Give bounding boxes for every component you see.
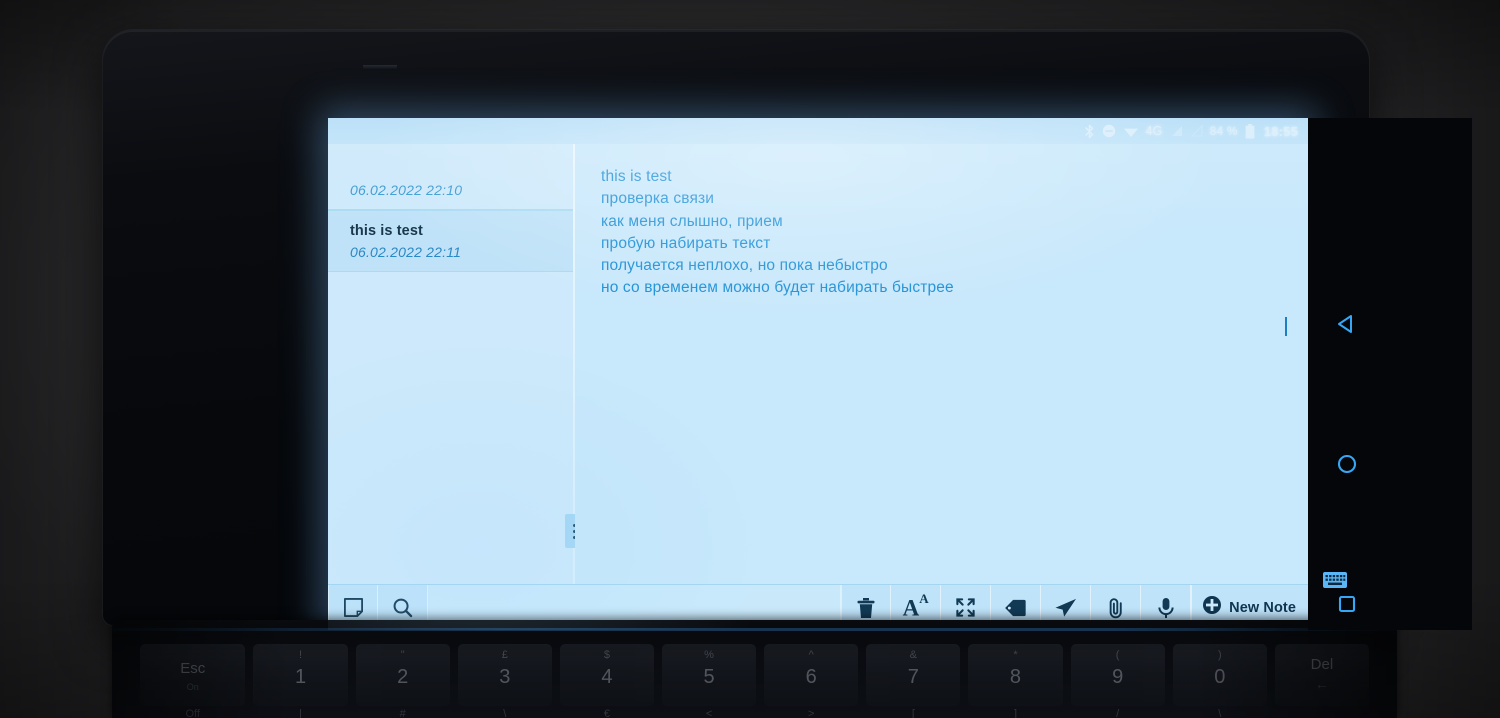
key-3[interactable]: £3 \: [457, 644, 552, 718]
back-triangle-icon[interactable]: [1329, 306, 1365, 342]
android-navigation-bar: [1308, 118, 1472, 630]
list-item[interactable]: 06.02.2022 22:10: [328, 170, 573, 210]
home-circle-icon[interactable]: [1329, 446, 1365, 482]
key-main-label: 5: [703, 666, 715, 688]
battery-percent-label: 84 %: [1209, 124, 1238, 138]
keyboard-number-row: Esc On Off! 1 | " 2 # £3 \ $4 €% 5 < ^ 6 > & 7 [ * 8] (9 /) 0 \ De…: [112, 644, 1397, 718]
notes-app: 06.02.2022 22:10 this is test 06.02.2022…: [328, 144, 1308, 630]
status-clock: 18:55: [1263, 123, 1298, 139]
key-alt-label: Off: [185, 708, 200, 718]
signal-bars-secondary-icon: [1190, 125, 1203, 137]
key-main-label: 6: [805, 666, 817, 688]
notes-list-panel[interactable]: 06.02.2022 22:10 this is test 06.02.2022…: [328, 144, 573, 584]
network-type-label: 4G: [1145, 123, 1163, 138]
key-shift-label: *: [1013, 649, 1018, 661]
key-main-label: Esc: [180, 660, 206, 677]
note-item-title: this is test: [350, 223, 423, 239]
battery-icon: [1245, 123, 1255, 139]
key-shift-label: %: [704, 649, 714, 661]
list-item[interactable]: this is test 06.02.2022 22:11: [328, 210, 573, 273]
key-shift-label: £: [501, 649, 508, 661]
hinge-notch: [363, 65, 397, 70]
key-shift-label: ^: [808, 649, 814, 661]
key-main-label: Del: [1310, 656, 1334, 673]
key-alt-label: >: [807, 708, 815, 718]
key-shift-label: ): [1217, 649, 1222, 661]
key-shift-label: ": [400, 649, 405, 661]
bluetooth-icon: [1084, 124, 1095, 139]
key-1[interactable]: ! 1 |: [253, 644, 348, 718]
note-editor[interactable]: this is test проверка связи как меня слы…: [575, 144, 1308, 584]
key-del[interactable]: Del ←: [1274, 644, 1369, 706]
key-alt-label: [: [911, 708, 915, 718]
key-shift-label: !: [298, 649, 303, 661]
new-note-label: New Note: [1229, 599, 1296, 616]
key-shift-label: &: [909, 649, 918, 661]
key-4[interactable]: $4 €: [559, 644, 654, 718]
physical-keyboard-deck: Esc On Off! 1 | " 2 # £3 \ $4 €% 5 < ^ 6 > & 7 [ * 8] (9 /) 0 \ De…: [112, 620, 1397, 718]
key-2[interactable]: " 2 #: [355, 644, 450, 718]
phone-screen: 4G 84 % 18:55 06.02.2022 22:10 this is t…: [328, 118, 1308, 630]
key-main-label: 0: [1214, 666, 1226, 688]
signal-bars-icon: [1170, 125, 1183, 137]
key-6[interactable]: ^ 6 >: [764, 644, 859, 718]
key-esc[interactable]: Esc On Off: [140, 644, 246, 718]
key-main-label: 9: [1112, 666, 1124, 688]
hinge-seam: [112, 628, 1397, 631]
key-8[interactable]: * 8]: [968, 644, 1063, 718]
text-caret: [1285, 317, 1287, 336]
key-alt-label: #: [399, 708, 406, 718]
key-main-label: 8: [1009, 666, 1022, 688]
status-bar: 4G 84 % 18:55: [328, 118, 1308, 144]
key-main-label: 2: [397, 666, 409, 688]
key-main-label: 1: [294, 666, 307, 688]
key-main-label: 7: [907, 666, 919, 688]
wifi-icon: [1123, 125, 1139, 138]
key-alt-label: ]: [1013, 708, 1018, 718]
key-7[interactable]: & 7 [: [866, 644, 961, 718]
key-9[interactable]: (9 /: [1070, 644, 1165, 718]
note-item-date: 06.02.2022 22:10: [350, 182, 463, 198]
key-alt-label: \: [1218, 708, 1222, 718]
key-main-label: 3: [499, 666, 511, 688]
note-item-date: 06.02.2022 22:11: [350, 244, 462, 261]
key-alt-label: /: [1116, 708, 1120, 718]
backspace-arrow-icon: ←: [1314, 676, 1329, 692]
key-main-label: 4: [601, 666, 613, 688]
key-shift-label: (: [1115, 649, 1120, 661]
key-0[interactable]: ) 0 \: [1172, 644, 1267, 718]
key-alt-label: |: [299, 708, 302, 718]
font-size-glyph: AA: [902, 590, 929, 621]
plus-circle-icon: [1202, 595, 1222, 620]
key-alt-label: \: [503, 708, 507, 718]
recents-square-icon[interactable]: [1329, 586, 1365, 622]
keyboard-icon[interactable]: [1322, 570, 1348, 590]
key-5[interactable]: % 5 <: [662, 644, 757, 718]
note-editor-text[interactable]: this is test проверка связи как меня слы…: [601, 166, 1282, 300]
key-alt-label: €: [603, 708, 610, 718]
do-not-disturb-icon: [1102, 124, 1116, 138]
key-alt-label: <: [705, 708, 713, 718]
key-sub-label: On: [186, 682, 199, 692]
device-upper-half: 4G 84 % 18:55 06.02.2022 22:10 this is t…: [103, 30, 1472, 630]
key-shift-label: $: [603, 649, 610, 661]
app-main-area: 06.02.2022 22:10 this is test 06.02.2022…: [328, 144, 1308, 584]
